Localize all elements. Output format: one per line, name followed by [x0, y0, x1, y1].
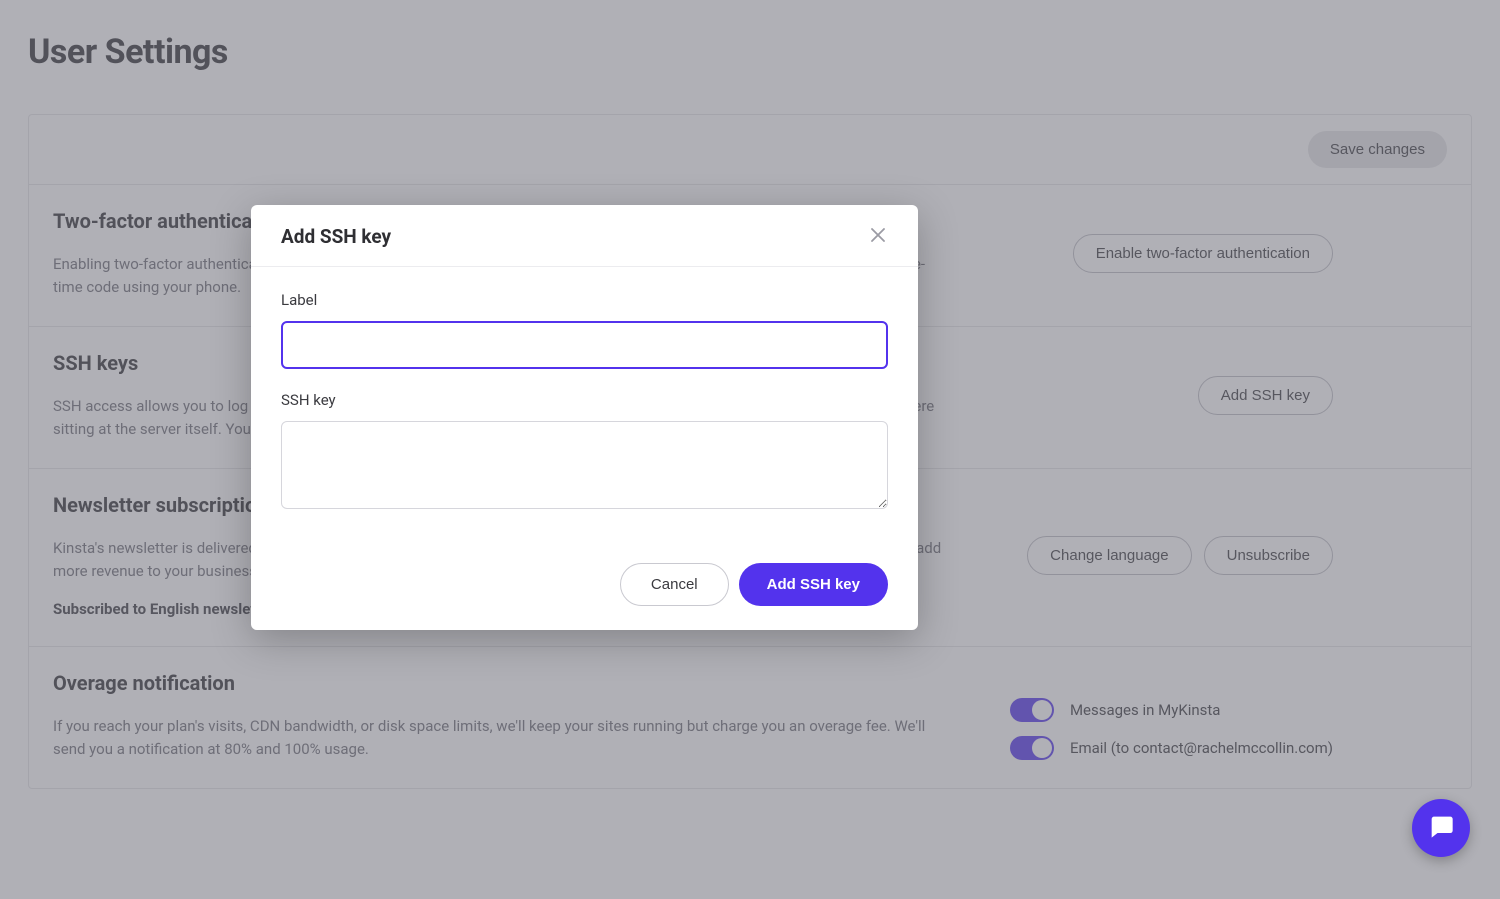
add-ssh-key-modal: Add SSH key Label SSH key Cancel Add SSH…	[251, 205, 918, 630]
modal-body: Label SSH key	[251, 267, 918, 545]
sshkey-textarea[interactable]	[281, 421, 888, 509]
chat-icon	[1427, 812, 1455, 844]
cancel-button[interactable]: Cancel	[620, 563, 729, 606]
label-field-label: Label	[281, 291, 888, 309]
label-input[interactable]	[281, 321, 888, 369]
modal-overlay[interactable]: Add SSH key Label SSH key Cancel Add SSH…	[0, 0, 1500, 899]
chat-fab[interactable]	[1412, 799, 1470, 857]
modal-title: Add SSH key	[281, 225, 391, 248]
close-icon	[871, 228, 885, 245]
modal-header: Add SSH key	[251, 205, 918, 267]
modal-footer: Cancel Add SSH key	[251, 545, 918, 630]
sshkey-field-label: SSH key	[281, 391, 888, 409]
label-field: Label	[281, 291, 888, 369]
submit-add-ssh-key-button[interactable]: Add SSH key	[739, 563, 888, 606]
sshkey-field: SSH key	[281, 391, 888, 513]
close-modal-button[interactable]	[868, 227, 888, 247]
